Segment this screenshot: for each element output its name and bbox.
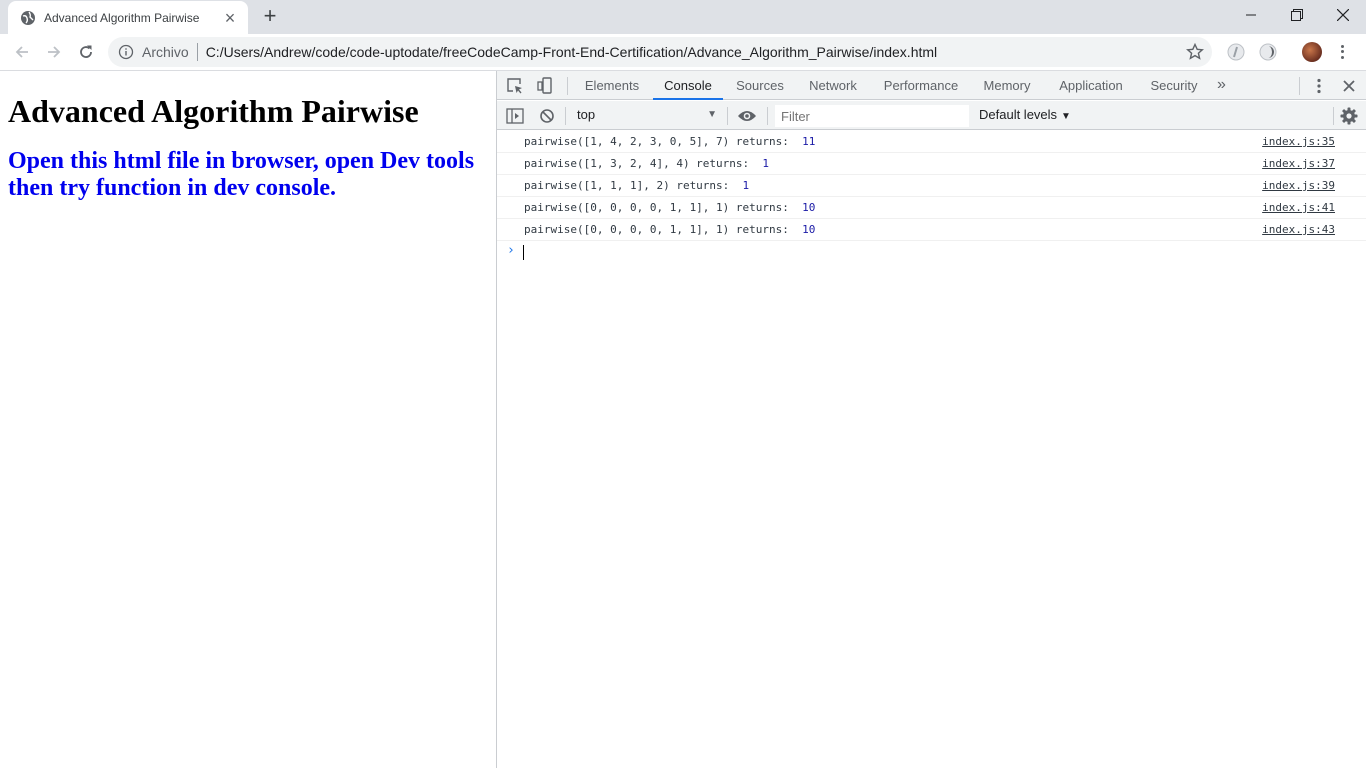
device-toolbar-button[interactable] [535,76,555,96]
forward-button[interactable] [40,38,68,66]
devtools-menu-button[interactable] [1309,76,1329,96]
context-value: top [577,107,596,122]
minimize-icon [1246,14,1256,16]
triangle-down-icon: ▼ [707,109,717,120]
tab-title: Advanced Algorithm Pairwise [44,10,200,25]
devtools-tab-bar: Elements Console Sources Network Perform… [497,71,1366,100]
triangle-down-icon: ▼ [1061,111,1071,122]
log-levels-label: Default levels [979,107,1058,122]
close-window-button[interactable] [1320,0,1366,30]
scheme-label: Archivo [142,44,189,60]
show-sidebar-button[interactable] [505,106,525,126]
tab-memory[interactable]: Memory [979,71,1035,100]
tab-sources[interactable]: Sources [729,71,791,100]
live-expression-button[interactable] [737,106,757,126]
arrow-right-icon [48,46,61,58]
divider [1299,77,1300,95]
tab-elements[interactable]: Elements [579,71,645,100]
eye-icon [738,111,756,121]
console-toolbar: top ▼ Default levels▼ [497,101,1366,130]
reload-icon [80,45,92,58]
globe-icon [21,10,35,25]
dark-mode-extension-icon[interactable] [1258,42,1278,62]
console-prompt[interactable]: › [497,241,1366,263]
divider [1333,107,1334,125]
gear-icon [1340,107,1358,125]
browser-menu-button[interactable] [1336,42,1348,62]
divider [196,43,198,61]
minimize-button[interactable] [1228,0,1274,30]
block-icon [540,109,554,123]
divider [565,107,566,125]
profile-avatar[interactable] [1302,42,1322,62]
console-settings-button[interactable] [1339,106,1359,126]
device-icon [537,77,552,94]
star-icon[interactable] [1186,43,1204,61]
extension-icon[interactable] [1226,42,1246,62]
log-message: pairwise([1, 4, 2, 3, 0, 5], 7) returns: [524,135,796,148]
browser-tab[interactable]: Advanced Algorithm Pairwise × [8,1,248,34]
context-selector[interactable]: top ▼ [577,107,717,125]
sidebar-icon [506,108,524,124]
console-filter-input[interactable] [775,105,969,127]
log-value: 11 [802,135,816,148]
reload-button[interactable] [72,38,100,66]
divider [727,107,728,125]
info-icon[interactable] [118,44,134,60]
arrow-left-icon [15,46,28,58]
console-log-row: pairwise([1, 1, 1], 2) returns: 1 index.… [497,175,1366,197]
log-value: 1 [762,157,770,170]
page-title: Advanced Algorithm Pairwise [8,93,419,129]
more-tabs-button[interactable]: » [1217,71,1226,100]
console-output: pairwise([1, 4, 2, 3, 0, 5], 7) returns:… [497,131,1366,263]
tab-console[interactable]: Console [653,71,723,100]
chevron-right-icon: › [507,243,515,258]
log-source-link[interactable]: index.js:35 [1262,131,1335,153]
log-source-link[interactable]: index.js:43 [1262,219,1335,241]
log-levels-dropdown[interactable]: Default levels ▼ [979,107,1071,122]
log-value: 10 [802,223,816,236]
log-message: pairwise([1, 1, 1], 2) returns: [524,179,736,192]
log-value: 10 [802,201,816,214]
page-instruction: Open this html file in browser, open Dev… [8,148,475,201]
restore-icon [1291,9,1303,21]
text-cursor [523,245,524,260]
log-value: 1 [742,179,750,192]
url-text[interactable]: C:/Users/Andrew/code/code-uptodate/freeC… [206,44,937,60]
clear-console-button[interactable] [537,106,557,126]
page-content: Advanced Algorithm Pairwise Open this ht… [0,71,496,768]
tab-strip: Advanced Algorithm Pairwise × + [0,0,1366,34]
inspect-element-button[interactable] [505,76,525,96]
tab-network[interactable]: Network [803,71,863,100]
tab-performance[interactable]: Performance [877,71,965,100]
log-source-link[interactable]: index.js:37 [1262,153,1335,175]
log-message: pairwise([0, 0, 0, 0, 1, 1], 1) returns: [524,223,796,236]
log-message: pairwise([1, 3, 2, 4], 4) returns: [524,157,756,170]
address-bar[interactable]: Archivo C:/Users/Andrew/code/code-uptoda… [108,37,1212,67]
inspect-icon [507,78,522,94]
close-icon [1343,80,1355,92]
console-log-row: pairwise([0, 0, 0, 0, 1, 1], 1) returns:… [497,197,1366,219]
back-button[interactable] [8,38,36,66]
close-devtools-button[interactable] [1339,76,1359,96]
devtools-panel: Elements Console Sources Network Perform… [496,71,1366,768]
console-log-row: pairwise([1, 4, 2, 3, 0, 5], 7) returns:… [497,131,1366,153]
tab-application[interactable]: Application [1049,71,1133,100]
kebab-menu-icon [1317,78,1321,94]
console-log-row: pairwise([0, 0, 0, 0, 1, 1], 1) returns:… [497,219,1366,241]
divider [767,107,768,125]
divider [567,77,568,95]
close-icon [1337,9,1349,21]
log-source-link[interactable]: index.js:39 [1262,175,1335,197]
close-tab-icon[interactable]: × [222,9,238,27]
console-log-row: pairwise([1, 3, 2, 4], 4) returns: 1 ind… [497,153,1366,175]
new-tab-button[interactable]: + [258,5,282,28]
browser-toolbar: Archivo C:/Users/Andrew/code/code-uptoda… [0,34,1366,71]
tab-security[interactable]: Security [1145,71,1203,100]
log-message: pairwise([0, 0, 0, 0, 1, 1], 1) returns: [524,201,796,214]
restore-button[interactable] [1274,0,1320,30]
log-source-link[interactable]: index.js:41 [1262,197,1335,219]
